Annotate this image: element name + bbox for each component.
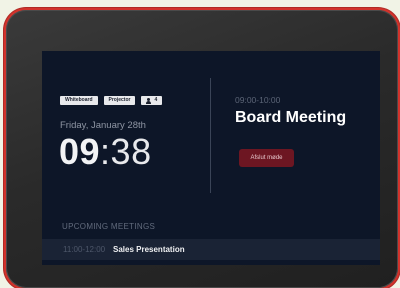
tablet-device: Whiteboard Projector 4 Friday, January 2… [6, 10, 398, 288]
time-minutes: :38 [100, 131, 152, 172]
room-display-screen: Whiteboard Projector 4 Friday, January 2… [42, 51, 380, 265]
upcoming-meeting-title: Sales Presentation [113, 245, 185, 254]
current-date: Friday, January 28th [60, 120, 146, 131]
current-time: 09:38 [59, 134, 152, 170]
vertical-divider [210, 78, 211, 193]
current-meeting-time: 09:00-10:00 [235, 95, 281, 105]
amenity-whiteboard: Whiteboard [60, 96, 98, 105]
upcoming-meetings-heading: UPCOMING MEETINGS [62, 222, 156, 231]
end-meeting-button[interactable]: Afslut møde [239, 149, 294, 167]
time-hours: 09 [59, 131, 101, 172]
upcoming-meeting-row[interactable]: 11:00-12:00 Sales Presentation [42, 239, 380, 260]
upcoming-meeting-time: 11:00-12:00 [63, 245, 106, 254]
capacity-chip: 4 [141, 96, 163, 105]
amenity-projector: Projector [103, 96, 136, 105]
person-icon [146, 97, 152, 104]
amenity-chips: Whiteboard Projector 4 [60, 96, 163, 105]
capacity-count: 4 [154, 97, 158, 103]
current-meeting-title: Board Meeting [235, 109, 347, 126]
